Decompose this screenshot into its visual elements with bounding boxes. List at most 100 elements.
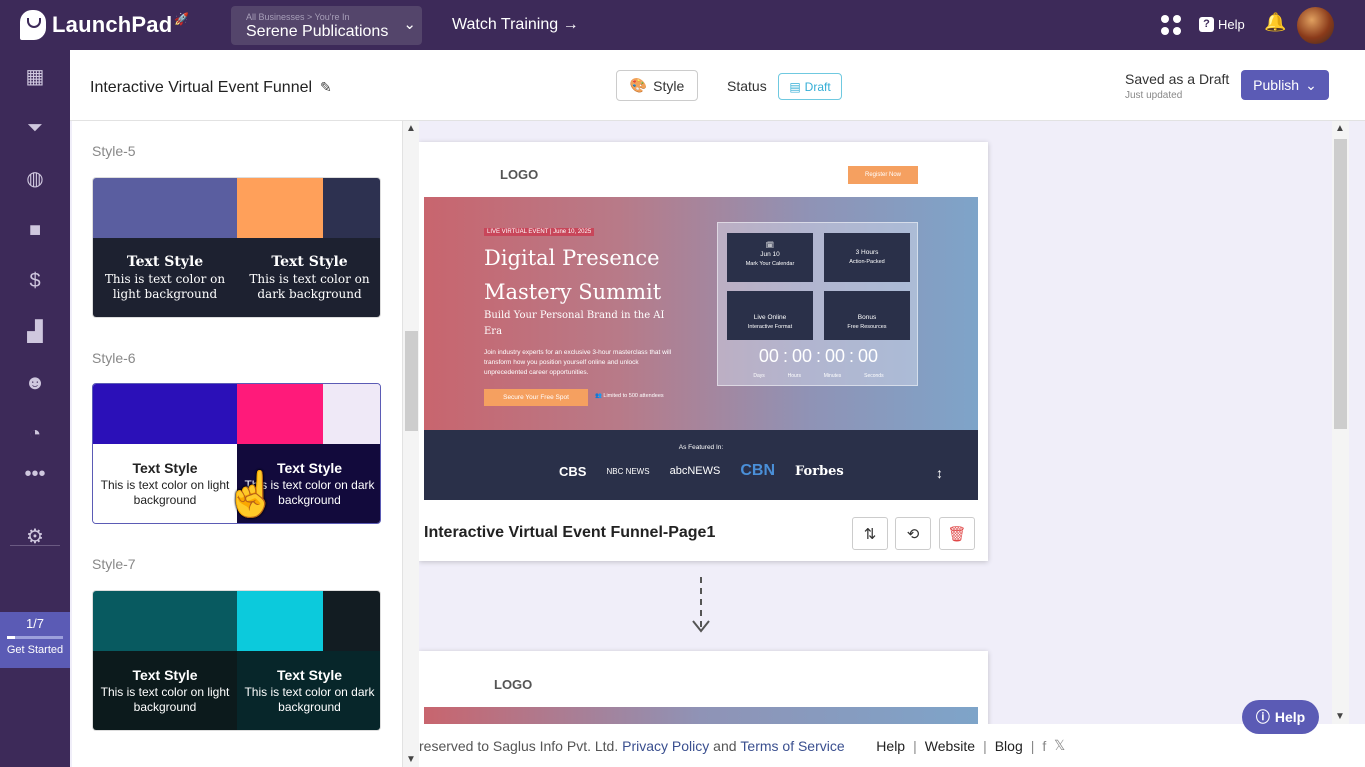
color-swatch (237, 384, 323, 444)
and-text: and (713, 737, 737, 754)
info-tile: Live Online Interactive Format (727, 291, 813, 340)
users-icon[interactable]: ☻ (24, 372, 46, 394)
business-selector[interactable]: All Businesses > You're In Serene Public… (231, 6, 422, 45)
funnel-icon[interactable]: ⏷ (24, 117, 46, 139)
hero-description: Join industry experts for an exclusive 3… (484, 349, 672, 376)
chevron-down-icon: ⌄ (1305, 76, 1317, 93)
info-subtitle: Interactive Format (747, 324, 793, 330)
help-button[interactable]: ? Help (1199, 17, 1245, 32)
countdown-labels: Days Hours Minutes Seconds (718, 373, 919, 379)
funnel-page-card[interactable]: LOGO (419, 651, 988, 724)
status-label: Status (727, 78, 767, 94)
calendar-icon: 🗓 (765, 242, 775, 249)
countdown-hours: 00 (791, 346, 812, 366)
analytics-icon[interactable]: ◔ (24, 423, 46, 445)
apps-grid-icon[interactable] (1161, 15, 1181, 35)
hero-section (424, 707, 978, 724)
status-badge[interactable]: ▤ Draft (778, 73, 842, 100)
scroll-up-icon[interactable]: ▲ (1335, 123, 1345, 134)
page-logo: LOGO (494, 677, 533, 692)
hero-subtitle: Build Your Personal Brand in the AI Era (484, 310, 665, 337)
get-started-label: Get Started (6, 644, 64, 656)
x-twitter-icon[interactable]: 𝕏 (1054, 737, 1065, 754)
business-name: Serene Publications (246, 23, 389, 40)
featured-logo: NBC NEWS (606, 466, 650, 476)
scroll-down-icon[interactable]: ▼ (1335, 711, 1345, 722)
swap-vertical-icon: ⇅ (863, 525, 877, 543)
top-bar: LaunchPad 🚀 All Businesses > You're In S… (0, 0, 1365, 50)
help-float-button[interactable]: ⓘ Help (1242, 700, 1319, 734)
dark-text-sample: Text Style This is text color on dark ba… (237, 651, 380, 730)
featured-logos: CBS NBC NEWS abcNEWS CBN Forbes (559, 462, 844, 480)
brand-logo[interactable]: LaunchPad 🚀 (20, 8, 189, 42)
text-style-heading: Text Style (132, 667, 198, 683)
get-started-widget[interactable]: 1/7 Get Started (0, 612, 70, 668)
footer-blog-link[interactable]: Blog (995, 738, 1023, 754)
watch-training-link[interactable]: Watch Training → (452, 16, 579, 34)
scroll-up-icon[interactable]: ▲ (406, 123, 416, 134)
style-card-7[interactable]: Text Style This is text color on light b… (92, 590, 381, 731)
document-icon: ▤ (789, 79, 801, 94)
scroll-down-icon[interactable]: ▼ (406, 754, 416, 765)
status-value: Draft (804, 79, 831, 94)
info-subtitle: Free Resources (847, 324, 887, 330)
scroll-thumb[interactable] (1334, 139, 1347, 429)
help-icon: ? (1199, 17, 1214, 32)
privacy-policy-link[interactable]: Privacy Policy (622, 738, 709, 754)
page-logo: LOGO (500, 167, 539, 182)
help-float-label: Help (1274, 709, 1306, 725)
people-icon: 👥 (595, 393, 602, 399)
style-card-5[interactable]: Text Style This is text color on light b… (92, 177, 381, 318)
text-style-desc: This is text color on dark background (249, 272, 370, 301)
light-text-sample: Text Style This is text color on light b… (93, 238, 237, 317)
text-style-desc: This is text color on light background (104, 272, 226, 301)
scroll-thumb[interactable] (405, 331, 418, 431)
featured-logo: CBS (559, 463, 587, 479)
dollar-icon[interactable]: $ (24, 270, 46, 292)
funnel-page-card[interactable]: LOGO Register Now LIVE VIRTUAL EVENT | J… (419, 142, 988, 561)
countdown-timer: 00: 00: 00: 00 (758, 346, 879, 366)
brand-name: LaunchPad (52, 12, 173, 37)
limit-text: Limited to 500 attendees (603, 393, 664, 399)
color-swatch (93, 591, 237, 651)
delete-button[interactable]: 🗑 (939, 517, 975, 550)
style-panel-scrollbar[interactable]: ▲ ▼ (402, 121, 419, 767)
edit-icon[interactable]: ✎ (320, 79, 332, 96)
terms-link[interactable]: Terms of Service (740, 738, 844, 754)
footer-help-link[interactable]: Help (876, 738, 905, 754)
info-title: 3 Hours (855, 249, 879, 256)
settings-gear-icon[interactable]: ⚙ (24, 526, 46, 548)
chart-icon[interactable]: ▟ (24, 321, 46, 343)
countdown-minutes: 00 (825, 346, 846, 366)
funnel-canvas: LOGO Register Now LIVE VIRTUAL EVENT | J… (419, 121, 1332, 724)
flow-arrow-icon (692, 577, 710, 633)
replace-button[interactable]: ⟲ (895, 517, 931, 550)
featured-in-section: As Featured In: CBS NBC NEWS abcNEWS CBN… (424, 430, 978, 500)
more-icon[interactable]: ••• (24, 463, 46, 485)
globe-icon[interactable]: ◍ (24, 168, 46, 190)
facebook-icon[interactable]: f (1042, 738, 1046, 754)
color-swatch (237, 178, 323, 238)
canvas-scrollbar[interactable]: ▲ ▼ (1332, 121, 1349, 724)
style-button-label: Style (653, 77, 685, 94)
color-swatch (237, 591, 323, 651)
get-started-count: 1/7 (25, 616, 45, 631)
publish-button[interactable]: Publish ⌄ (1241, 70, 1329, 100)
resize-vertical-icon[interactable]: ↕ (936, 465, 943, 481)
footer-separator: | (983, 737, 987, 754)
get-started-progress (7, 636, 63, 639)
user-avatar[interactable] (1297, 7, 1334, 44)
hero-section: LIVE VIRTUAL EVENT | June 10, 2025 Digit… (424, 197, 978, 430)
cta-button: Secure Your Free Spot (484, 389, 588, 406)
hand-cursor-icon: ☝ (224, 470, 279, 519)
light-text-sample: Text Style This is text color on light b… (93, 651, 237, 730)
info-title: Live Online (753, 314, 787, 321)
video-icon[interactable]: ■ (24, 219, 46, 241)
funnel-header: Interactive Virtual Event Funnel ✎ 🎨 Sty… (70, 50, 1365, 121)
dashboard-icon[interactable]: ▦ (24, 66, 46, 88)
info-tile: 3 Hours Action-Packed (824, 233, 910, 282)
notification-bell-icon[interactable]: 🔔 (1264, 12, 1286, 33)
footer-website-link[interactable]: Website (925, 738, 975, 754)
style-button[interactable]: 🎨 Style (616, 70, 698, 101)
reorder-button[interactable]: ⇅ (852, 517, 888, 550)
